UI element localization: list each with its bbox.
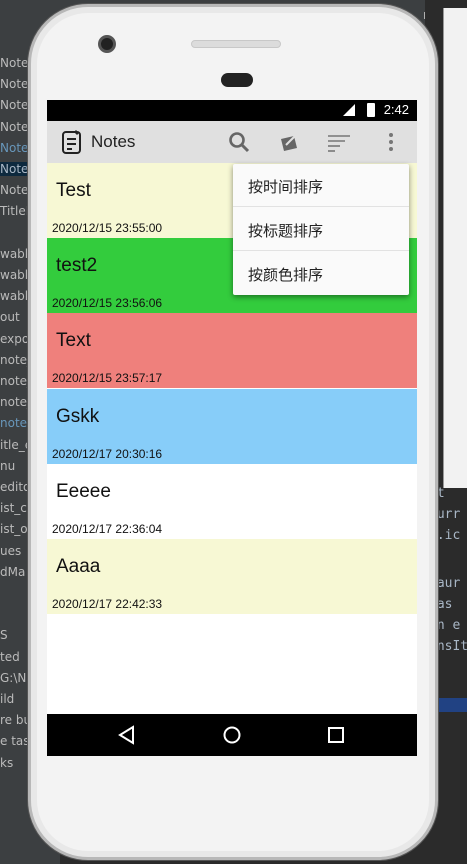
note-timestamp: 2020/12/15 23:57:17 bbox=[52, 371, 163, 386]
sort-popup-menu: 按时间排序按标题排序按颜色排序 bbox=[233, 164, 409, 295]
overflow-menu-icon[interactable] bbox=[379, 130, 403, 154]
sort-by-color-item[interactable]: 按颜色排序 bbox=[233, 252, 409, 295]
earpiece-speaker bbox=[191, 40, 281, 48]
home-icon[interactable] bbox=[221, 724, 243, 746]
note-list-item[interactable]: Gskk 2020/12/17 20:30:16 bbox=[47, 388, 417, 464]
back-icon[interactable] bbox=[116, 724, 138, 746]
ide-tree-item[interactable]: ues bbox=[0, 544, 21, 558]
ide-tree-item[interactable]: Note bbox=[0, 77, 28, 91]
ide-tree-item[interactable]: Note bbox=[0, 98, 28, 112]
note-title: Aaaa bbox=[56, 556, 101, 577]
navigation-bar bbox=[47, 714, 417, 756]
front-camera bbox=[98, 35, 116, 53]
ide-tree-item[interactable]: ted bbox=[0, 650, 20, 664]
note-list-item[interactable]: Eeeee 2020/12/17 22:36:04 bbox=[47, 463, 417, 539]
note-timestamp: 2020/12/17 22:42:33 bbox=[52, 597, 163, 611]
note-timestamp: 2020/12/15 23:55:00 bbox=[52, 221, 163, 235]
note-timestamp: 2020/12/15 23:56:06 bbox=[52, 296, 163, 311]
battery-icon bbox=[367, 103, 375, 117]
proximity-sensor bbox=[221, 73, 253, 87]
note-timestamp: 2020/12/17 22:36:04 bbox=[52, 521, 163, 536]
ide-tree-item[interactable]: wabl bbox=[0, 247, 28, 261]
menu-item-label: 按时间排序 bbox=[248, 178, 324, 196]
note-list-item[interactable]: Text 2020/12/15 23:57:17 bbox=[47, 313, 417, 389]
note-title: Gskk bbox=[56, 405, 100, 427]
ide-tree-item[interactable]: edito bbox=[0, 480, 30, 494]
ide-tree-item[interactable]: Note bbox=[0, 141, 28, 155]
ide-tree-item[interactable]: Note bbox=[0, 120, 28, 134]
ide-tree-item[interactable]: nu bbox=[0, 459, 15, 473]
edit-icon[interactable] bbox=[277, 130, 301, 154]
device-screen: 2:42 Notes Test 2020/12/15 23:55:00 test… bbox=[47, 100, 417, 756]
menu-item-label: 按颜色排序 bbox=[248, 266, 324, 284]
ide-tree-item[interactable]: Note bbox=[0, 183, 28, 197]
ide-side-panel bbox=[443, 8, 467, 488]
note-list-item[interactable]: Aaaa 2020/12/17 22:42:33 bbox=[47, 539, 417, 614]
ide-tree-item[interactable]: re bu bbox=[0, 713, 31, 727]
notes-app-icon bbox=[62, 130, 81, 154]
note-title: Eeeee bbox=[56, 480, 111, 502]
status-time: 2:42 bbox=[383, 102, 409, 117]
note-title: Test bbox=[56, 180, 91, 201]
ide-tree-item[interactable]: e tas bbox=[0, 734, 30, 748]
ide-tree-item[interactable]: ks bbox=[0, 756, 13, 770]
ide-tree-item[interactable]: wabl bbox=[0, 268, 28, 282]
sort-by-title-item[interactable]: 按标题排序 bbox=[233, 208, 409, 251]
app-title: Notes bbox=[91, 132, 136, 151]
ide-tree-item[interactable]: ild bbox=[0, 692, 14, 706]
phone-frame: 2:42 Notes Test 2020/12/15 23:55:00 test… bbox=[28, 4, 438, 860]
note-timestamp: 2020/12/17 20:30:16 bbox=[52, 446, 163, 461]
ide-tree-item[interactable]: Note bbox=[0, 56, 28, 70]
search-icon[interactable] bbox=[227, 130, 251, 154]
ide-tree-item[interactable]: S bbox=[0, 628, 8, 642]
ide-tree-item[interactable]: ist_c bbox=[0, 501, 27, 515]
sort-icon[interactable] bbox=[327, 130, 351, 154]
recents-icon[interactable] bbox=[325, 724, 347, 746]
sort-by-time-item[interactable]: 按时间排序 bbox=[233, 164, 409, 207]
ide-tree-item[interactable]: expo bbox=[0, 332, 29, 346]
ide-tree-item[interactable]: dMa bbox=[0, 565, 25, 579]
status-bar: 2:42 bbox=[47, 100, 417, 121]
ide-tree-item[interactable]: wabl bbox=[0, 289, 28, 303]
note-title: Text bbox=[56, 330, 91, 352]
menu-item-label: 按标题排序 bbox=[248, 222, 324, 240]
signal-icon bbox=[343, 104, 355, 116]
note-title: test2 bbox=[56, 255, 98, 277]
app-bar: Notes bbox=[47, 121, 417, 163]
ide-tree-item[interactable]: ist_o bbox=[0, 522, 28, 536]
ide-tree-item[interactable]: out bbox=[0, 310, 20, 324]
